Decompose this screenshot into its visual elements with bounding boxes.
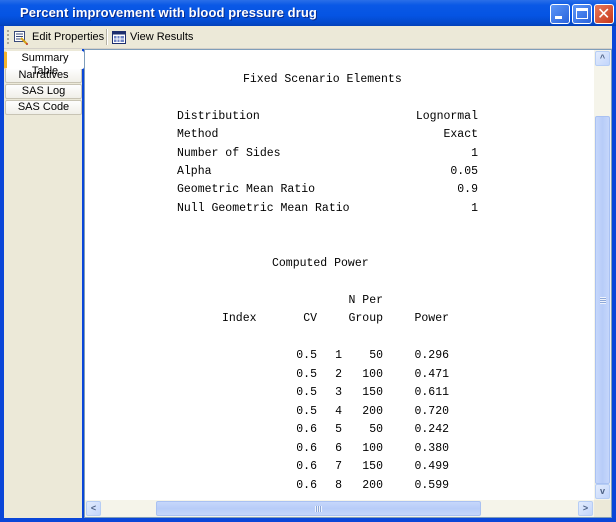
chevron-right-icon: >: [582, 503, 589, 513]
chevron-left-icon: <: [90, 503, 97, 513]
title-bar[interactable]: Percent improvement with blood pressure …: [0, 0, 616, 26]
maximize-icon: [576, 8, 588, 19]
properties-icon: [14, 30, 28, 45]
cell-n: 150: [362, 460, 383, 473]
cell-power: 0.380: [414, 441, 449, 455]
app-window: Percent improvement with blood pressure …: [0, 0, 616, 522]
fixed-element-label: Null Geometric Mean Ratio: [177, 202, 350, 215]
column-header-index: Index: [222, 312, 257, 325]
maximize-button[interactable]: [572, 4, 592, 24]
report-output: Fixed Scenario Elements Distribution Log…: [85, 50, 595, 500]
cell-power: 0.611: [414, 386, 449, 399]
cell-index: 1: [335, 349, 342, 362]
cell-n: 50: [369, 349, 383, 362]
computed-power-title: Computed Power: [272, 257, 369, 270]
cell-n: 200: [362, 478, 383, 492]
cell-index: 4: [335, 404, 342, 418]
cell-power: 0.720: [414, 404, 449, 418]
cell-power: 0.242: [414, 423, 449, 436]
cell-cv: 0.5: [296, 367, 317, 381]
fixed-element-label: Number of Sides: [177, 147, 281, 160]
toolbar: Edit Properties View Results: [4, 26, 612, 49]
cell-power: 0.599: [414, 478, 449, 492]
minimize-icon: [555, 16, 562, 19]
column-header-cv: CV: [303, 312, 317, 325]
view-results-button[interactable]: View Results: [112, 28, 193, 46]
chevron-up-icon: ^: [599, 53, 606, 63]
cell-cv: 0.6: [296, 460, 317, 473]
close-icon: ✕: [597, 4, 611, 23]
tab-sas-log[interactable]: SAS Log: [5, 84, 82, 99]
fixed-element-value: 0.9: [457, 183, 478, 196]
cell-cv: 0.6: [296, 441, 317, 455]
cell-index: 3: [335, 386, 342, 399]
toolbar-separator: [106, 29, 108, 45]
scroll-up-button[interactable]: ^: [595, 51, 610, 66]
fixed-scenario-title: Fixed Scenario Elements: [243, 73, 402, 86]
fixed-element-label: Geometric Mean Ratio: [177, 183, 316, 196]
cell-n: 200: [362, 404, 383, 418]
cell-power: 0.499: [414, 460, 449, 473]
cell-index: 6: [335, 441, 342, 455]
cell-index: 2: [335, 367, 342, 381]
chevron-down-icon: v: [599, 486, 605, 496]
fixed-element-value: 1: [471, 202, 478, 215]
cell-index: 7: [335, 460, 342, 473]
tab-sas-code[interactable]: SAS Code: [5, 100, 82, 115]
view-results-label: View Results: [130, 31, 194, 43]
scroll-left-button[interactable]: <: [86, 501, 101, 516]
window-title: Percent improvement with blood pressure …: [20, 5, 317, 20]
cell-power: 0.296: [414, 349, 449, 362]
table-window-icon: [112, 30, 126, 44]
cell-cv: 0.6: [296, 423, 317, 436]
results-viewer: Fixed Scenario Elements Distribution Log…: [84, 49, 612, 518]
fixed-element-label: Method: [177, 128, 219, 141]
fixed-element-value: Exact: [443, 128, 478, 141]
cell-index: 8: [335, 478, 342, 492]
tab-summary-table[interactable]: Summary Table: [4, 51, 84, 77]
scroll-down-button[interactable]: v: [595, 484, 610, 499]
cell-cv: 0.5: [296, 404, 317, 418]
thumb-grip-icon: [315, 506, 322, 512]
cell-n: 100: [362, 367, 383, 381]
tab-panel: Summary Table Narratives SAS Log SAS Cod…: [4, 49, 84, 518]
edit-properties-label: Edit Properties: [32, 31, 105, 43]
minimize-button[interactable]: [550, 4, 570, 24]
column-header-n-per: N Per: [348, 294, 383, 307]
cell-n: 100: [362, 441, 383, 455]
scrollbar-corner: [594, 500, 611, 517]
edit-properties-button[interactable]: Edit Properties: [14, 28, 104, 46]
column-header-power: Power: [414, 312, 449, 325]
scroll-right-button[interactable]: >: [578, 501, 593, 516]
cell-cv: 0.5: [296, 386, 317, 399]
close-button[interactable]: ✕: [594, 4, 614, 24]
cell-n: 50: [369, 423, 383, 436]
horizontal-scrollbar[interactable]: < >: [85, 500, 595, 517]
cell-power: 0.471: [414, 367, 449, 381]
fixed-element-value: Lognormal: [415, 110, 478, 123]
fixed-element-value: 1: [471, 147, 478, 160]
toolbar-grip[interactable]: [7, 30, 9, 44]
fixed-element-label: Distribution: [177, 110, 260, 123]
fixed-element-value: 0.05: [450, 165, 478, 178]
horizontal-scroll-thumb[interactable]: [156, 501, 481, 516]
vertical-scroll-thumb[interactable]: [595, 116, 610, 484]
cell-cv: 0.6: [296, 478, 317, 492]
cell-cv: 0.5: [296, 349, 317, 362]
thumb-grip-icon: [600, 297, 606, 304]
cell-n: 150: [362, 386, 383, 399]
column-header-group: Group: [348, 312, 383, 325]
fixed-element-label: Alpha: [177, 165, 212, 178]
vertical-scrollbar[interactable]: ^ v: [594, 50, 611, 500]
cell-index: 5: [335, 423, 342, 436]
